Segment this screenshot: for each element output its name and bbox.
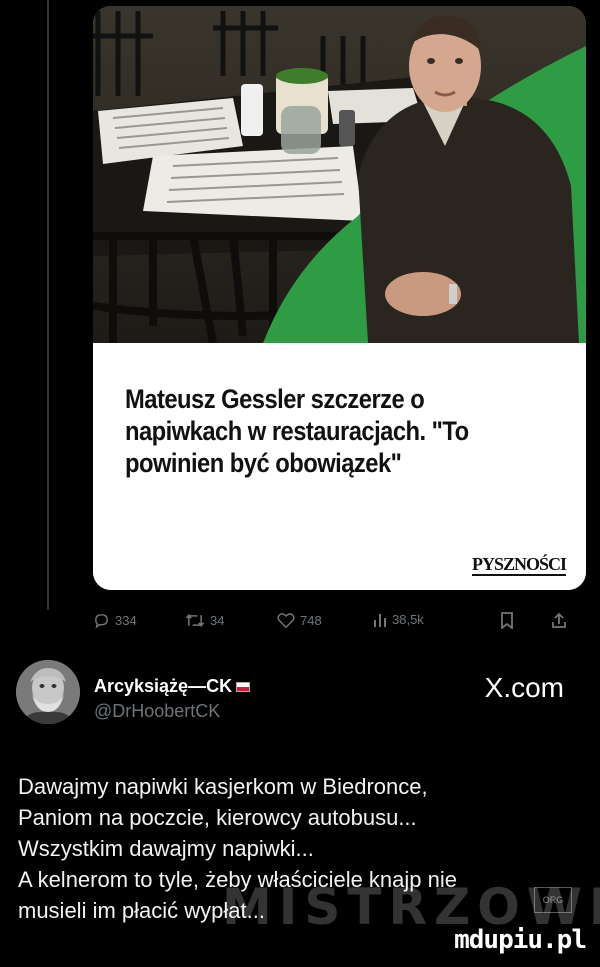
publisher-logo: PYSZNOŚCI (471, 554, 567, 576)
like-button[interactable]: 748 (277, 612, 322, 629)
tweet-actions: 334 34 748 38,5k (93, 612, 586, 634)
heart-icon (277, 613, 295, 629)
watermark-badge: ORG (534, 887, 572, 913)
retweet-count: 34 (210, 613, 225, 628)
reply-count: 334 (115, 613, 137, 628)
view-count: 38,5k (392, 612, 424, 627)
author-name-row: Arcyksiążę—CK (94, 676, 251, 697)
views-button[interactable]: 38,5k (373, 612, 424, 627)
avatar[interactable] (16, 660, 80, 724)
reply-icon (95, 614, 108, 629)
retweet-button[interactable]: 34 (185, 612, 224, 629)
author-info[interactable]: Arcyksiążę—CK @DrHoobertCK (94, 676, 251, 722)
bookmark-icon (501, 612, 513, 629)
poland-flag-icon (236, 681, 251, 692)
analytics-icon (374, 614, 386, 627)
tweet-line: Paniom na poczcie, kierowcy autobusu... (18, 805, 417, 830)
avatar-portrait-icon (16, 660, 80, 724)
article-image (93, 6, 586, 343)
platform-label: X.com (484, 672, 564, 703)
retweet-icon (185, 613, 205, 628)
author-handle: @DrHoobertCK (94, 701, 221, 721)
tweet-line: Wszystkim dawajmy napiwki... (18, 836, 314, 861)
like-count: 748 (300, 613, 322, 628)
bookmark-button[interactable] (500, 612, 514, 629)
share-button[interactable] (551, 612, 567, 629)
thread-line (47, 0, 49, 610)
card-text: Mateusz Gessler szczerze o napiwkach w r… (93, 343, 586, 590)
author-name: Arcyksiążę—CK (94, 676, 233, 696)
link-card[interactable]: Mateusz Gessler szczerze o napiwkach w r… (93, 6, 586, 590)
tweet-line: Dawajmy napiwki kasjerkom w Biedronce, (18, 774, 428, 799)
site-watermark: mdupiu.pl (454, 925, 587, 955)
share-icon (552, 612, 566, 628)
article-headline: Mateusz Gessler szczerze o napiwkach w r… (125, 384, 469, 478)
reply-button[interactable]: 334 (93, 612, 137, 629)
